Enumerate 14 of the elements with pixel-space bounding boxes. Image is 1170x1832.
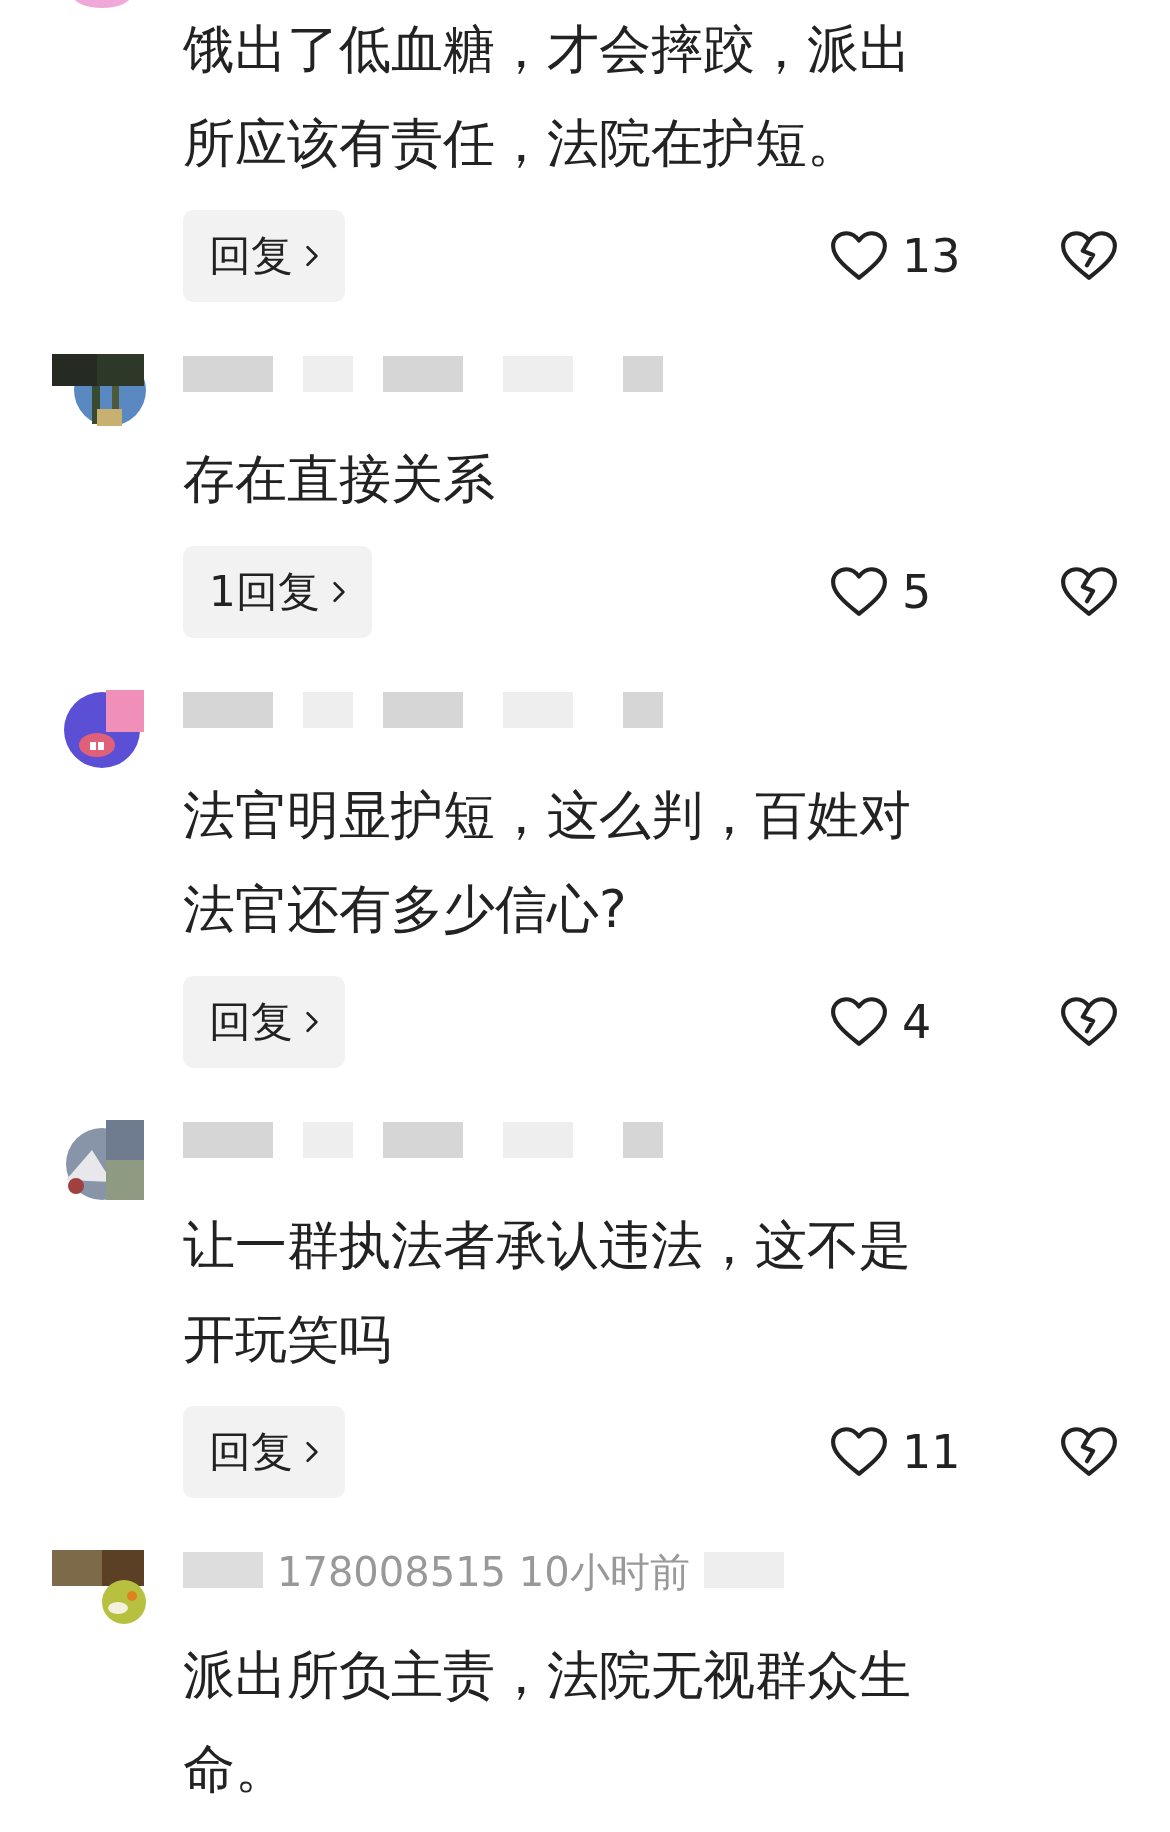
reply-button[interactable]: 回复 — [183, 976, 345, 1068]
like-count: 13 — [902, 229, 961, 283]
reply-button[interactable]: 回复 — [183, 1406, 345, 1498]
like-count: 11 — [902, 1425, 961, 1479]
comment-text: 派出所负主责，法院无视群众生命。 — [183, 1644, 912, 1801]
comment-meta: 178008515 10小时前 — [277, 1552, 690, 1592]
comment-text: 饿出了低血糖，才会摔跤，派出所应该有责任，法院在护短。 — [183, 18, 912, 175]
like-count: 5 — [902, 565, 932, 619]
comment-text: 让一群执法者承认违法，这不是开玩笑吗 — [183, 1214, 912, 1371]
comment-text: 法官明显护短，这么判，百姓对法官还有多少信心? — [183, 784, 912, 941]
comment-text: 存在直接关系 — [183, 448, 496, 511]
reply-button[interactable]: 回复 — [183, 210, 345, 302]
like-count: 4 — [902, 995, 932, 1049]
reply-button[interactable]: 1回复 — [183, 546, 372, 638]
